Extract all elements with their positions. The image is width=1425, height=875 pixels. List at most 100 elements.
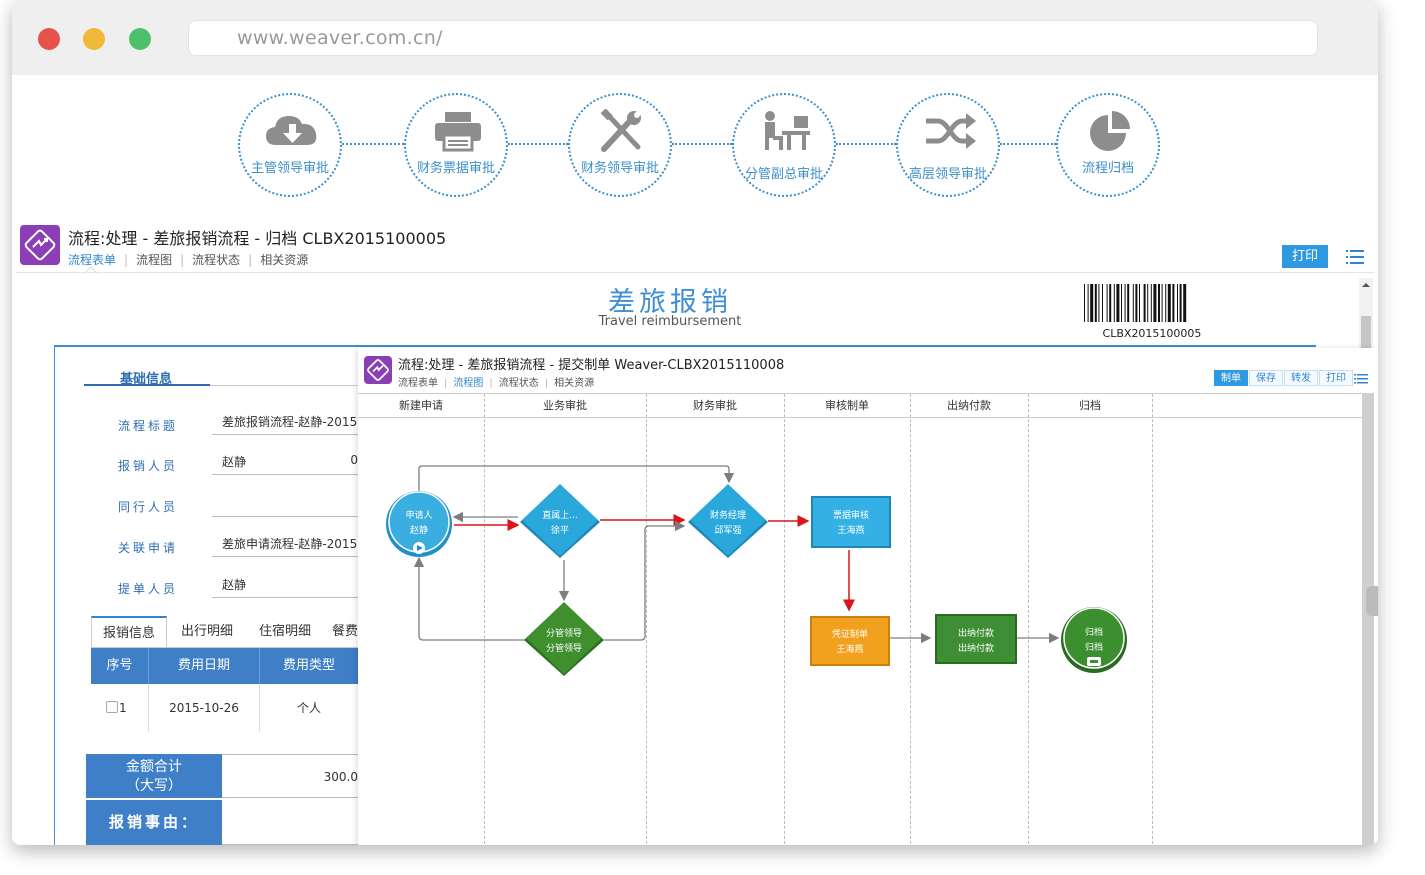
barcode-bar bbox=[1165, 284, 1167, 322]
edge-return-top bbox=[418, 465, 735, 491]
section-title: 基础信息 bbox=[84, 368, 210, 387]
detail-subtabs: 报销信息 出行明细 住宿明细 餐费 bbox=[91, 616, 358, 648]
step-connector bbox=[508, 143, 568, 145]
step-finance-lead-approval: 财务领导审批 bbox=[568, 93, 672, 197]
edge-mgr-to-start bbox=[413, 556, 526, 641]
field-value-companions[interactable] bbox=[212, 495, 358, 517]
step-archive: 流程归档 bbox=[1056, 93, 1160, 197]
node-finance-approval[interactable]: 财务经理 邱军强 bbox=[688, 484, 768, 558]
barcode-bar bbox=[1172, 284, 1175, 322]
applicant-extra: 0 bbox=[350, 453, 358, 467]
panel-collapse-handle[interactable] bbox=[1366, 586, 1378, 616]
step-connector bbox=[342, 143, 404, 145]
pie-chart-icon bbox=[1090, 111, 1130, 151]
table-cell-type: 个人 bbox=[296, 701, 321, 715]
step-label: 高层领导审批 bbox=[908, 167, 987, 182]
scroll-up-icon[interactable] bbox=[1359, 280, 1373, 290]
node-voucher-line2: 王海燕 bbox=[836, 643, 863, 655]
tab-flowchart[interactable]: 流程图 bbox=[136, 251, 172, 268]
barcode-bar bbox=[1177, 284, 1178, 322]
table-cell-index: 1 bbox=[119, 684, 149, 732]
node-business-approval[interactable]: 直属上... 徐平 bbox=[520, 484, 600, 558]
applicant-name: 赵静 bbox=[222, 455, 247, 469]
section-divider bbox=[210, 385, 358, 386]
barcode-bar bbox=[1158, 284, 1160, 322]
step-connector bbox=[672, 143, 732, 145]
node-cashier-line1: 出纳付款 bbox=[958, 627, 994, 639]
total-value[interactable]: 300.0 bbox=[222, 754, 358, 798]
scrollbar-thumb[interactable] bbox=[1361, 316, 1371, 348]
row-checkbox[interactable] bbox=[106, 701, 118, 713]
tab-resources[interactable]: 相关资源 bbox=[260, 251, 308, 268]
barcode-bar bbox=[1084, 284, 1085, 322]
barcode-bar bbox=[1127, 284, 1130, 322]
node-biz-line2: 徐平 bbox=[551, 524, 569, 536]
shuffle-icon bbox=[926, 113, 976, 149]
field-value-applicant[interactable]: 赵静 0 bbox=[212, 453, 358, 475]
step-supervisor-approval: 主管领导审批 bbox=[238, 93, 342, 197]
field-label-title: 流程标题 bbox=[118, 419, 179, 433]
node-end-line1: 归档 bbox=[1085, 626, 1103, 638]
reason-value[interactable] bbox=[222, 800, 358, 845]
node-manager-approval[interactable]: 分管领导 分管领导 bbox=[524, 602, 604, 676]
subtab-reimbursement[interactable]: 报销信息 bbox=[91, 616, 167, 647]
maximize-window-dot[interactable] bbox=[129, 28, 151, 50]
barcode-bar bbox=[1135, 284, 1138, 322]
step-finance-invoice-approval: 财务票据审批 bbox=[404, 93, 508, 197]
subtab-meals[interactable]: 餐费 bbox=[325, 616, 358, 647]
close-window-dot[interactable] bbox=[38, 28, 60, 50]
node-cashier-payment[interactable]: 出纳付款 出纳付款 bbox=[935, 614, 1017, 664]
subtab-trips[interactable]: 出行明细 bbox=[169, 616, 245, 647]
step-label: 分管副总审批 bbox=[744, 167, 823, 182]
node-review-line1: 票据审核 bbox=[833, 509, 869, 521]
office-desk-icon bbox=[765, 111, 810, 150]
list-menu-icon[interactable] bbox=[1346, 249, 1364, 265]
edge-mgr-to-fin bbox=[604, 520, 686, 641]
field-value-title[interactable]: 差旅报销流程-赵静-2015 bbox=[212, 413, 358, 435]
node-fin-line2: 邱军强 bbox=[714, 525, 741, 536]
panel-scrollbar[interactable] bbox=[1362, 393, 1374, 845]
barcode-bar bbox=[1098, 284, 1100, 322]
barcode-bar bbox=[1116, 284, 1120, 322]
barcode-bar bbox=[1106, 284, 1108, 322]
total-label: 金额合计 （大写） bbox=[86, 754, 222, 798]
step-label: 财务票据审批 bbox=[416, 161, 495, 176]
browser-window: www.weaver.com.cn/ 主管领导审批 财务票据审批 财务领导审批 … bbox=[12, 0, 1378, 845]
barcode-bar bbox=[1132, 284, 1134, 322]
node-start-line2: 赵静 bbox=[410, 524, 428, 536]
field-value-submitter[interactable]: 赵静 bbox=[212, 576, 358, 598]
step-connector bbox=[836, 143, 896, 145]
cloud-download-icon bbox=[266, 116, 317, 145]
barcode-text: CLBX2015100005 bbox=[1102, 327, 1202, 340]
node-review-line2: 王海燕 bbox=[837, 524, 864, 536]
header-divider bbox=[16, 272, 1374, 273]
print-button[interactable]: 打印 bbox=[1282, 245, 1328, 268]
barcode-bar bbox=[1153, 284, 1157, 322]
form-title-en: Travel reimbursement bbox=[598, 314, 742, 329]
column-header-type: 费用类型 bbox=[260, 648, 358, 684]
node-start-applicant[interactable]: 申请人 赵静 bbox=[386, 491, 452, 557]
barcode-bar bbox=[1161, 284, 1163, 322]
column-header-index: 序号 bbox=[91, 648, 149, 684]
minimize-window-dot[interactable] bbox=[83, 28, 105, 50]
tab-status[interactable]: 流程状态 bbox=[192, 251, 240, 268]
node-fin-line1: 财务经理 bbox=[710, 509, 746, 521]
step-label: 财务领导审批 bbox=[580, 161, 659, 176]
subtab-lodging[interactable]: 住宿明细 bbox=[247, 616, 323, 647]
total-label-line2: （大写） bbox=[126, 778, 182, 794]
node-invoice-review[interactable]: 票据审核 王海燕 bbox=[811, 496, 891, 548]
field-value-related[interactable]: 差旅申请流程-赵静-2015 bbox=[212, 535, 358, 557]
node-voucher-entry[interactable]: 凭证制单 王海燕 bbox=[810, 616, 890, 666]
step-label: 主管领导审批 bbox=[250, 161, 329, 176]
total-label-line1: 金额合计 bbox=[126, 759, 182, 775]
barcode-bar bbox=[1109, 284, 1112, 322]
reason-label: 报销事由： bbox=[86, 800, 222, 845]
barcode-bar bbox=[1139, 284, 1140, 322]
barcode-bar bbox=[1087, 284, 1089, 322]
tools-icon bbox=[600, 109, 641, 152]
barcode-bar bbox=[1094, 284, 1097, 322]
barcode-bar bbox=[1143, 284, 1146, 322]
node-archive-end[interactable]: 归档 归档 bbox=[1061, 607, 1127, 673]
address-bar[interactable]: www.weaver.com.cn/ bbox=[188, 20, 1318, 56]
step-vp-approval: 分管副总审批 bbox=[732, 93, 836, 197]
